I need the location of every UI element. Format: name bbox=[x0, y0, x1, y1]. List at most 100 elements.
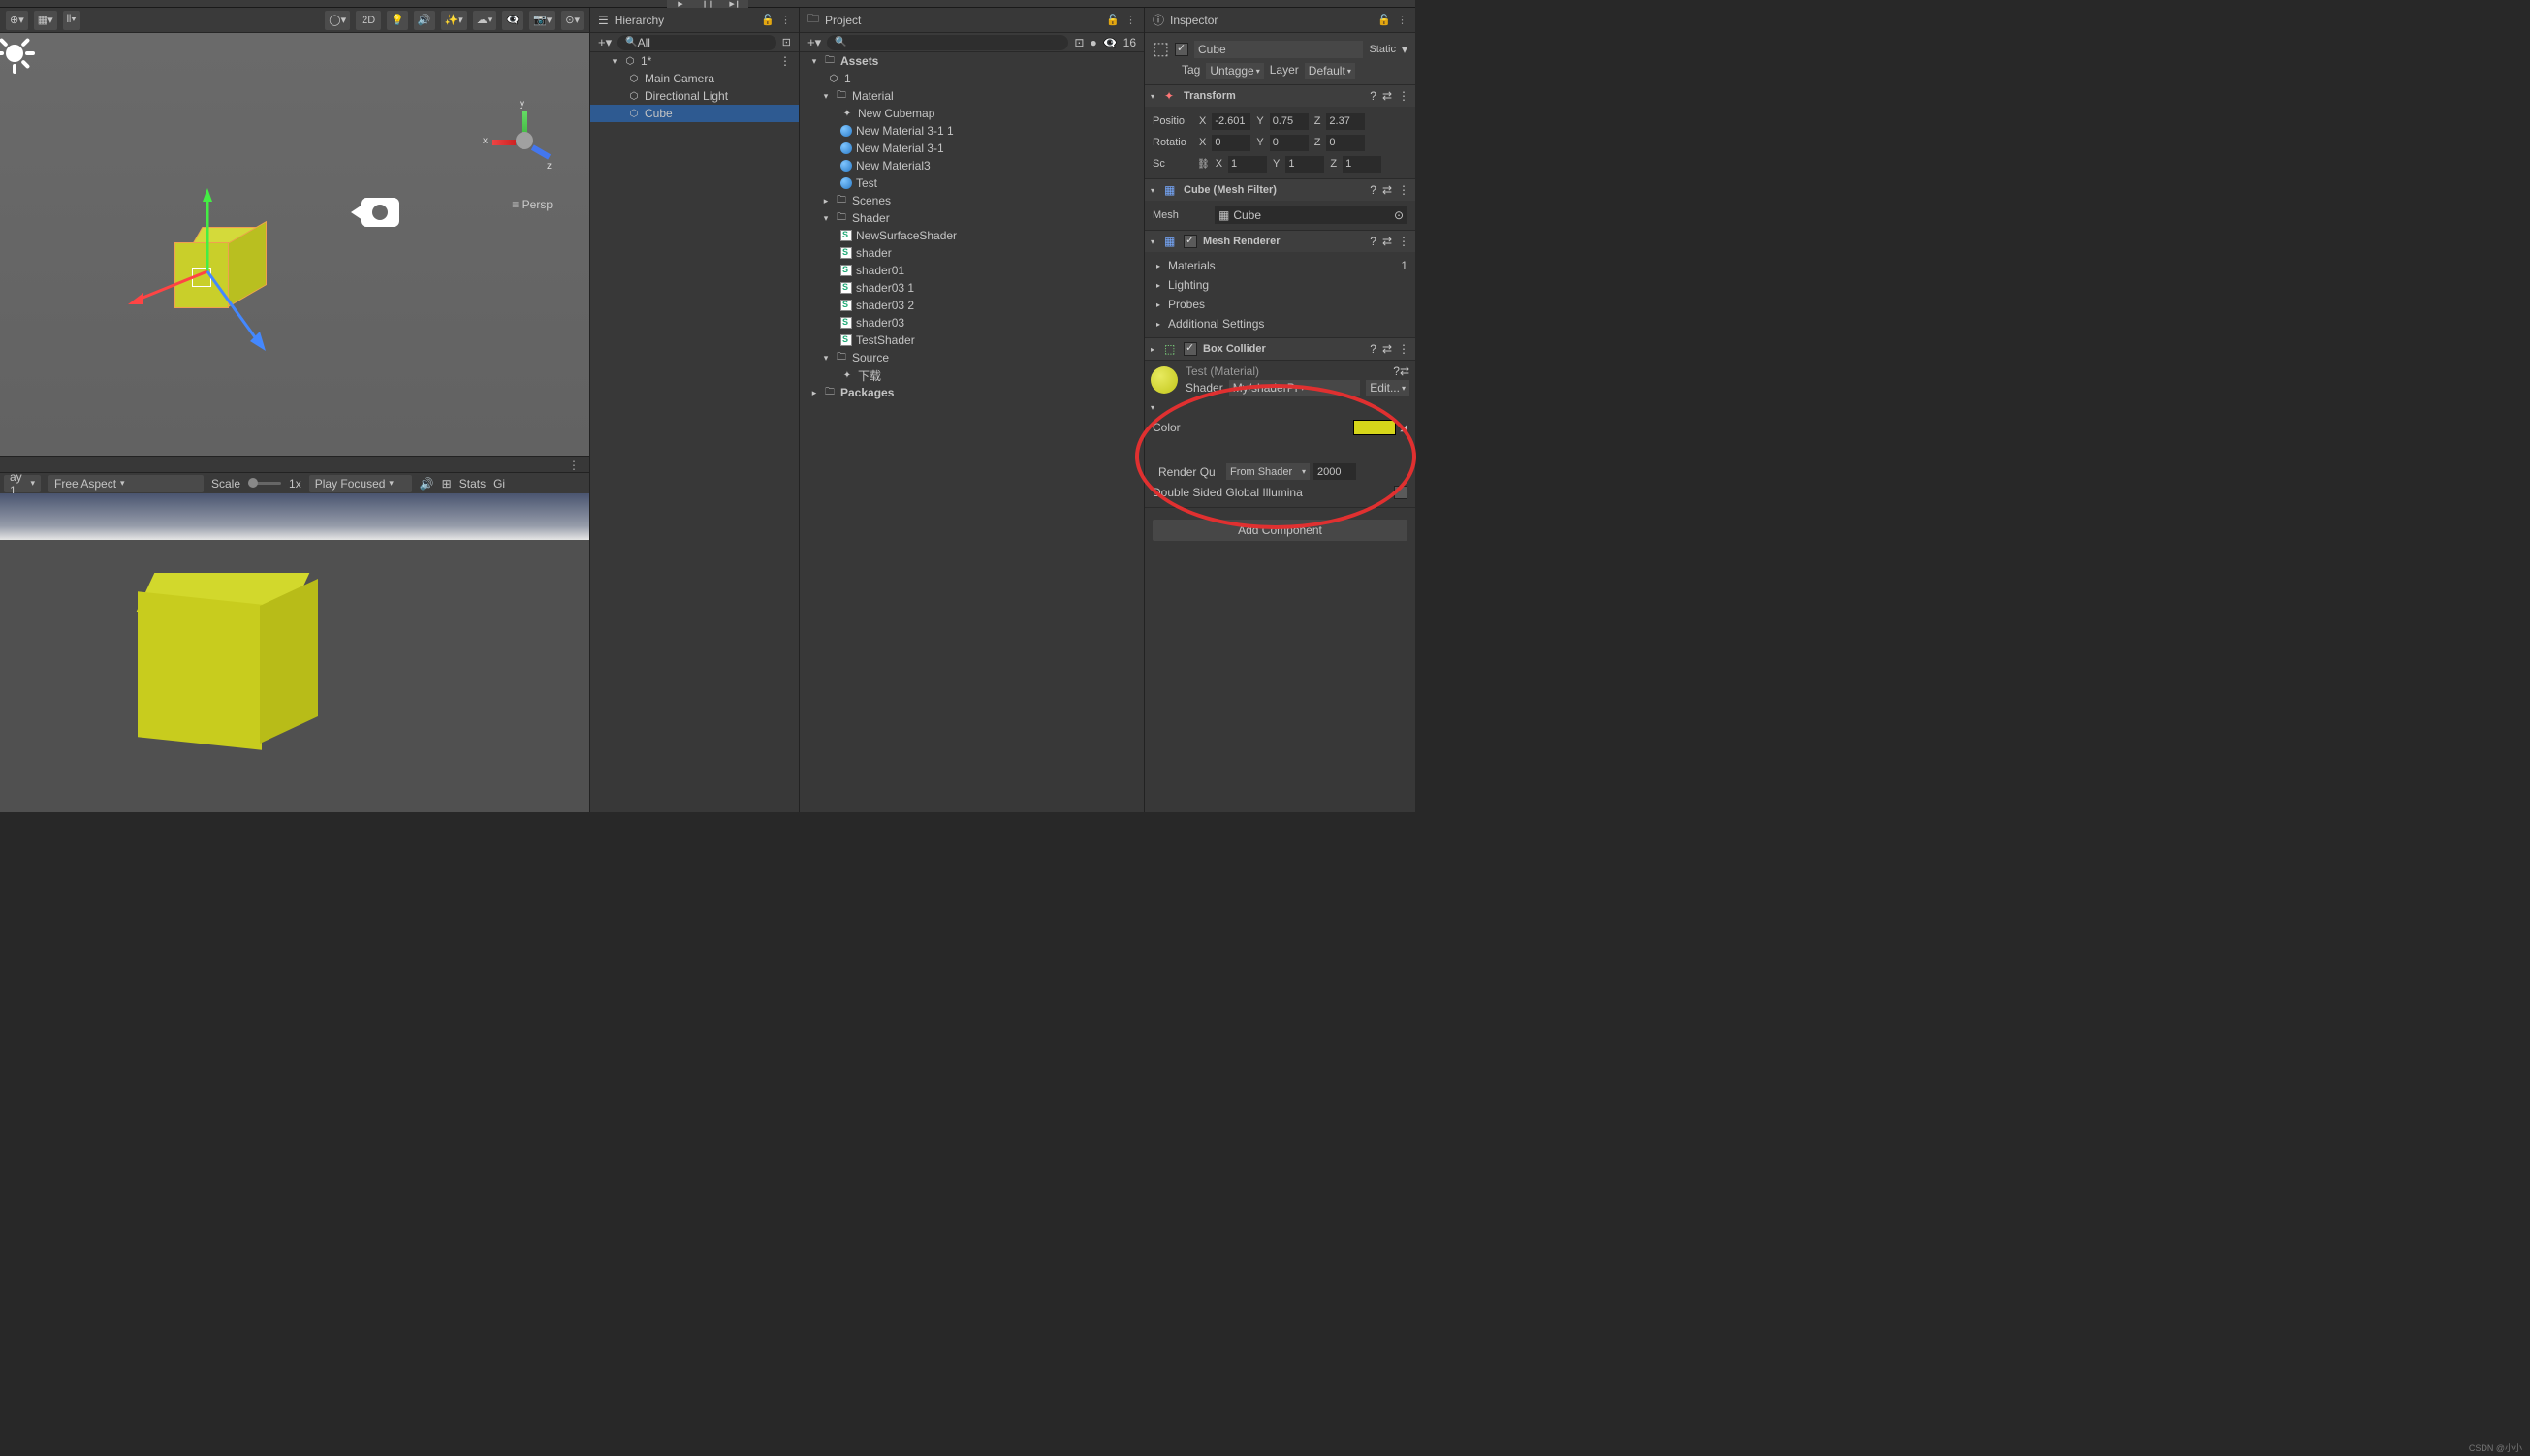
menu-dots-icon[interactable]: ⋮ bbox=[1125, 14, 1136, 26]
scene-picker-icon[interactable]: ⊡ bbox=[782, 36, 791, 48]
fx-icon[interactable]: ✨▾ bbox=[441, 11, 467, 30]
position-y-input[interactable]: 0.75 bbox=[1270, 113, 1309, 130]
camera-icon[interactable]: 📷▾ bbox=[529, 11, 555, 30]
menu-dots-icon[interactable]: ⋮ bbox=[1397, 14, 1407, 26]
favorite-icon[interactable]: ● bbox=[1090, 36, 1096, 49]
directional-light-icon[interactable] bbox=[0, 37, 33, 72]
folder-row[interactable]: 🗀Packages bbox=[800, 384, 1144, 401]
menu-dots-icon[interactable]: ⋮ bbox=[1398, 342, 1409, 356]
rotation-z-input[interactable]: 0 bbox=[1326, 135, 1365, 151]
play-button[interactable]: ▶ bbox=[667, 0, 694, 8]
tool-snap-icon[interactable]: ⫴▾ bbox=[63, 11, 80, 30]
asset-row[interactable]: shader bbox=[800, 244, 1144, 262]
preset-icon[interactable]: ⇄ bbox=[1382, 183, 1392, 197]
lighting-icon[interactable]: 💡 bbox=[387, 11, 408, 30]
menu-dots-icon[interactable]: ⋮ bbox=[1398, 235, 1409, 248]
asset-row[interactable]: NewSurfaceShader bbox=[800, 227, 1144, 244]
menu-dots-icon[interactable]: ⋮ bbox=[1398, 183, 1409, 197]
game-viewport[interactable] bbox=[0, 493, 589, 812]
play-mode-dropdown[interactable]: Play Focused bbox=[309, 475, 412, 492]
hierarchy-tree[interactable]: ⬡ 1* ⋮ ⬡Main Camera ⬡Directional Light ⬡… bbox=[590, 52, 799, 812]
preset-icon[interactable]: ⇄ bbox=[1400, 364, 1409, 378]
mute-icon[interactable]: 🔊 bbox=[420, 477, 434, 491]
folder-row[interactable]: 🗀Shader bbox=[800, 209, 1144, 227]
shader-dropdown[interactable]: My/shaderPr bbox=[1229, 380, 1361, 396]
cube-object[interactable] bbox=[174, 227, 271, 324]
aspect-icon[interactable]: ⊞ bbox=[442, 477, 452, 491]
asset-row[interactable]: shader01 bbox=[800, 262, 1144, 279]
audio-icon[interactable]: 🔊 bbox=[414, 11, 435, 30]
orientation-gizmo[interactable]: y x z bbox=[490, 103, 558, 180]
folder-row[interactable]: 🗀Material bbox=[800, 87, 1144, 105]
layer-dropdown[interactable]: Default bbox=[1305, 63, 1355, 79]
menu-dots-icon[interactable]: ⋮ bbox=[779, 54, 791, 68]
fold-icon[interactable] bbox=[1151, 92, 1158, 101]
skybox-icon[interactable]: ☁▾ bbox=[473, 11, 497, 30]
color-swatch[interactable] bbox=[1353, 420, 1396, 435]
scale-y-input[interactable]: 1 bbox=[1285, 156, 1324, 173]
asset-row[interactable]: shader03 1 bbox=[800, 279, 1144, 297]
toggle-2d[interactable]: 2D bbox=[356, 11, 381, 30]
fold-icon[interactable] bbox=[1151, 345, 1158, 354]
preset-icon[interactable]: ⇄ bbox=[1382, 342, 1392, 356]
draw-mode-icon[interactable]: ◯▾ bbox=[325, 11, 350, 30]
perspective-label[interactable]: Persp bbox=[512, 198, 553, 211]
asset-row[interactable]: shader03 2 bbox=[800, 297, 1144, 314]
pause-button[interactable]: ❙❙ bbox=[694, 0, 721, 8]
asset-row[interactable]: Test bbox=[800, 174, 1144, 192]
asset-row[interactable]: TestShader bbox=[800, 332, 1144, 349]
folder-row[interactable]: ⬡1 bbox=[800, 70, 1144, 87]
project-tree[interactable]: 🗀Assets ⬡1 🗀Material ✦New Cubemap New Ma… bbox=[800, 52, 1144, 812]
asset-row[interactable]: shader03 bbox=[800, 314, 1144, 332]
tag-dropdown[interactable]: Untagge bbox=[1206, 63, 1263, 79]
asset-row[interactable]: New Material3 bbox=[800, 157, 1144, 174]
hidden-icon[interactable]: 👁‍🗨 bbox=[1103, 36, 1118, 49]
object-picker-icon[interactable]: ⊙ bbox=[1394, 208, 1404, 222]
enabled-checkbox[interactable] bbox=[1184, 235, 1197, 248]
folder-row[interactable]: 🗀Source bbox=[800, 349, 1144, 366]
folder-row[interactable]: 🗀Scenes bbox=[800, 192, 1144, 209]
help-icon[interactable]: ? bbox=[1370, 342, 1376, 356]
additional-row[interactable]: Additional Settings bbox=[1153, 314, 1407, 333]
step-button[interactable]: ▶❙ bbox=[721, 0, 748, 8]
lighting-row[interactable]: Lighting bbox=[1153, 275, 1407, 295]
fold-icon[interactable] bbox=[1151, 237, 1158, 246]
display-dropdown[interactable]: ay 1 bbox=[4, 475, 41, 492]
scale-x-input[interactable]: 1 bbox=[1228, 156, 1267, 173]
project-search[interactable]: 🔍 bbox=[827, 35, 1068, 50]
hidden-icon[interactable]: 👁‍🗨 bbox=[502, 11, 523, 30]
tool-grid-icon[interactable]: ▦▾ bbox=[34, 11, 57, 30]
menu-dots-icon[interactable]: ⋮ bbox=[1398, 89, 1409, 103]
lock-icon[interactable]: 🔓 bbox=[1106, 14, 1120, 26]
add-button[interactable]: +▾ bbox=[807, 35, 821, 50]
color-picker-icon[interactable]: ◢ bbox=[1400, 423, 1407, 433]
help-icon[interactable]: ? bbox=[1370, 183, 1376, 197]
filter-icon[interactable]: ⊡ bbox=[1074, 36, 1084, 49]
preset-icon[interactable]: ⇄ bbox=[1382, 89, 1392, 103]
fold-icon[interactable] bbox=[1151, 186, 1158, 195]
tool-center-icon[interactable]: ⊕▾ bbox=[6, 11, 28, 30]
mesh-field[interactable]: ▦Cube⊙ bbox=[1215, 206, 1407, 224]
scale-slider[interactable] bbox=[248, 482, 281, 485]
add-button[interactable]: +▾ bbox=[598, 35, 612, 50]
gizmos-toggle[interactable]: Gi bbox=[493, 477, 505, 491]
scene-row[interactable]: ⬡ 1* ⋮ bbox=[590, 52, 799, 70]
hierarchy-item[interactable]: ⬡Main Camera bbox=[590, 70, 799, 87]
hierarchy-item[interactable]: ⬡Directional Light bbox=[590, 87, 799, 105]
pane-divider[interactable]: ⋮ bbox=[0, 456, 589, 473]
render-queue-dropdown[interactable]: From Shader bbox=[1226, 463, 1310, 480]
rotation-y-input[interactable]: 0 bbox=[1270, 135, 1309, 151]
camera-gizmo-icon[interactable] bbox=[351, 190, 411, 237]
asset-row[interactable]: ✦New Cubemap bbox=[800, 105, 1144, 122]
edit-button[interactable]: Edit... bbox=[1366, 380, 1409, 396]
aspect-dropdown[interactable]: Free Aspect bbox=[48, 475, 204, 492]
lock-icon[interactable]: 🔓 bbox=[1377, 14, 1391, 26]
fold-icon[interactable] bbox=[1145, 403, 1154, 412]
menu-dots-icon[interactable]: ⋮ bbox=[780, 14, 791, 26]
stats-toggle[interactable]: Stats bbox=[459, 477, 486, 491]
position-x-input[interactable]: -2.601 bbox=[1212, 113, 1250, 130]
asset-row[interactable]: New Material 3-1 1 bbox=[800, 122, 1144, 140]
materials-row[interactable]: Materials1 bbox=[1153, 256, 1407, 275]
enabled-checkbox[interactable] bbox=[1175, 43, 1188, 56]
preset-icon[interactable]: ⇄ bbox=[1382, 235, 1392, 248]
